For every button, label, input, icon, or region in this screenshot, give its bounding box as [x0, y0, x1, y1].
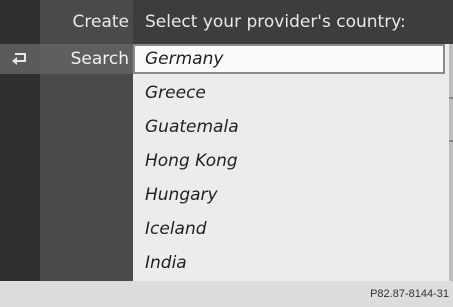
header: Select your provider's country: — [133, 0, 453, 44]
scrollbar[interactable] — [449, 44, 453, 281]
list-item-guatemala[interactable]: Guatemala — [145, 117, 239, 137]
scrollbar-tick — [449, 140, 453, 142]
list-item-greece[interactable]: Greece — [145, 83, 206, 103]
list-item-germany[interactable]: Germany — [145, 49, 223, 69]
menu-item-create[interactable]: Create — [73, 12, 130, 32]
page-title: Select your provider's country: — [145, 12, 406, 32]
list-item-india[interactable]: India — [145, 253, 187, 273]
back-arrow-icon[interactable] — [9, 49, 31, 69]
list-item-iceland[interactable]: Iceland — [145, 219, 207, 239]
head-unit-screen: Create Search Select your provider's cou… — [0, 0, 453, 281]
list-item-hong-kong[interactable]: Hong Kong — [145, 151, 238, 171]
country-list: Germany Greece Guatemala Hong Kong Hunga… — [133, 44, 449, 281]
menu-item-search[interactable]: Search — [71, 49, 129, 69]
footer: P82.87-8144-31 — [0, 281, 453, 307]
image-code: P82.87-8144-31 — [370, 288, 449, 300]
left-strip — [0, 0, 40, 281]
scrollbar-tick — [449, 97, 453, 99]
list-item-hungary[interactable]: Hungary — [145, 185, 218, 205]
left-menu: Create Search — [40, 0, 133, 281]
